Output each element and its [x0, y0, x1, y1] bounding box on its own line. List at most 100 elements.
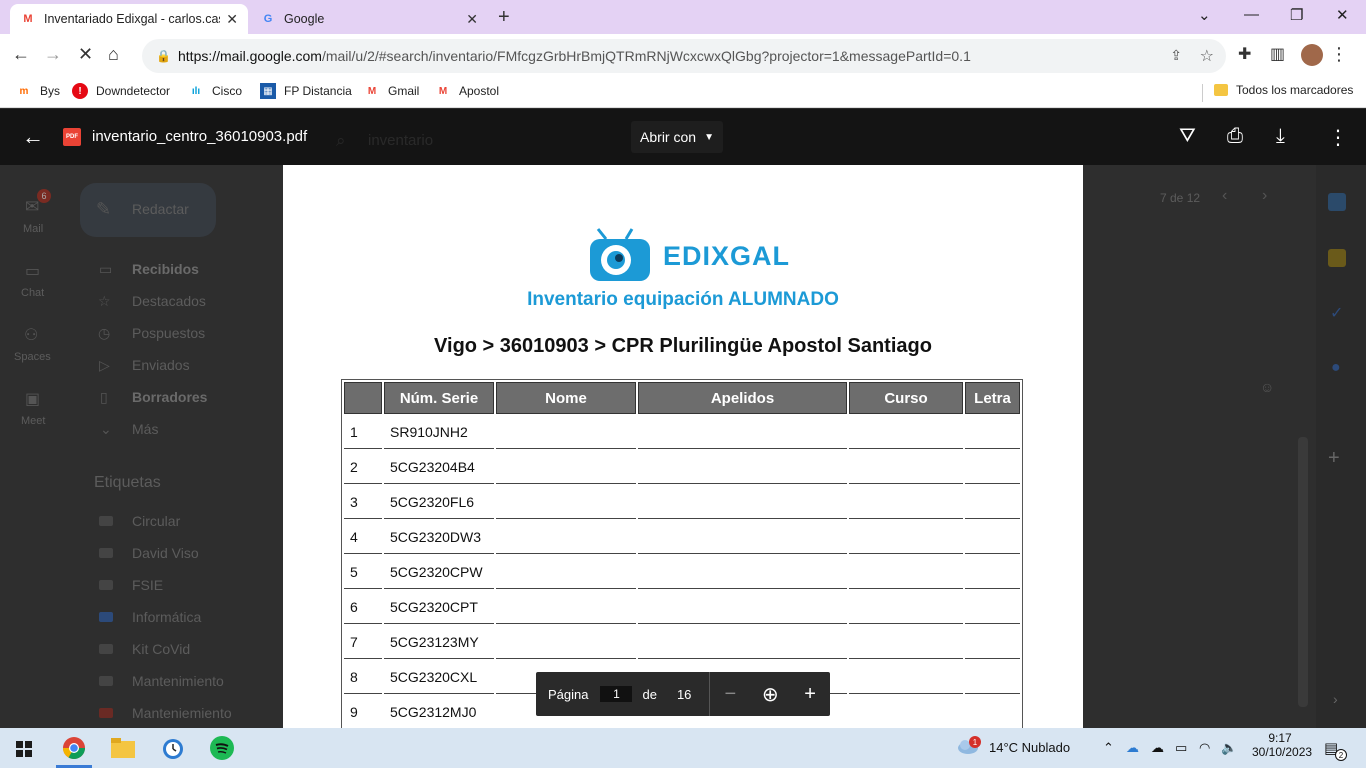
cell-letra — [965, 451, 1020, 484]
viewer-header: ← PDF inventario_centro_36010903.pdf Abr… — [0, 109, 1366, 165]
onedrive-icon[interactable]: ☁ — [1151, 740, 1164, 756]
chrome-icon[interactable] — [61, 735, 87, 761]
print-icon[interactable]: ⎙ — [1227, 125, 1243, 148]
label-circular: Circular — [132, 513, 181, 529]
menu-kebab-icon[interactable]: ⋮ — [1330, 44, 1348, 65]
bookmark-downdetector[interactable]: ! Downdetector — [72, 83, 170, 99]
cell-nome — [496, 416, 636, 449]
volume-icon[interactable]: 🔈 — [1221, 740, 1237, 756]
close-window-button[interactable]: ✕ — [1336, 6, 1349, 24]
rail-mail-label: Mail — [23, 223, 44, 235]
cell-curso — [849, 661, 963, 694]
forward-icon[interactable]: → — [44, 44, 62, 65]
cell-index: 6 — [344, 591, 382, 624]
open-with-button[interactable]: Abrir con ▼ — [631, 121, 723, 153]
table-row: 6 5CG2320CPT — [344, 591, 1020, 624]
download-icon[interactable]: ⤓ — [1276, 125, 1285, 148]
tab-search-icon[interactable]: ⌄ — [1198, 6, 1211, 24]
chat-icon: ▭ — [25, 263, 41, 280]
tab-google[interactable]: G Google ✕ — [250, 4, 488, 34]
back-arrow-icon[interactable]: ← — [22, 124, 44, 150]
contacts-icon: ● — [1331, 359, 1341, 376]
notification-count: 2 — [1335, 749, 1347, 761]
tab-inventariado[interactable]: M Inventariado Edixgal - carlos.cas ✕ — [10, 4, 248, 34]
weather-text[interactable]: 14°C Nublado — [989, 740, 1070, 755]
maximize-button[interactable]: ❐ — [1290, 6, 1303, 24]
wifi-icon[interactable]: ◠ — [1199, 740, 1210, 756]
label-kit-covid: Kit CoVid — [132, 641, 191, 657]
cell-index: 2 — [344, 451, 382, 484]
zoom-in-icon[interactable]: + — [790, 683, 830, 706]
bookmark-label: Apostol — [459, 84, 500, 98]
close-tab-icon[interactable]: ✕ — [466, 11, 478, 28]
side-panel-icon[interactable]: ▥ — [1270, 44, 1285, 64]
cell-curso — [849, 696, 963, 728]
extensions-icon[interactable]: ✚ — [1238, 44, 1251, 64]
url-host: https://mail.google.com — [178, 48, 322, 64]
next-icon: › — [1262, 187, 1268, 204]
home-icon[interactable]: ⌂ — [108, 44, 119, 65]
share-icon[interactable]: ⇪ — [1170, 47, 1182, 64]
zoom-reset-icon[interactable]: ⊕ — [750, 682, 790, 707]
label-manteniemiento: Manteniemiento — [132, 705, 232, 721]
clock[interactable]: 9:17 30/10/2023 — [1252, 731, 1312, 759]
bookmark-fp-distancia[interactable]: ▦ FP Distancia — [260, 83, 352, 99]
add-to-drive-icon[interactable]: ⛛ — [1179, 125, 1196, 148]
pencil-icon: ✎ — [96, 199, 112, 219]
cell-letra — [965, 416, 1020, 449]
bookmark-cisco[interactable]: ılı Cisco — [188, 83, 242, 99]
bookmark-label: Cisco — [212, 84, 243, 98]
cell-nome — [496, 626, 636, 659]
windows-start-icon[interactable] — [16, 741, 32, 757]
cell-curso — [849, 521, 963, 554]
all-bookmarks-folder[interactable]: Todos los marcadores — [1214, 83, 1353, 97]
bookmark-label: Bys — [40, 84, 61, 98]
meet-icon: ▣ — [25, 391, 41, 408]
bookmarks-divider — [1202, 84, 1203, 102]
add-reaction-icon: ☺ — [1260, 379, 1275, 395]
close-tab-icon[interactable]: ✕ — [226, 11, 238, 28]
cell-apelidos — [638, 451, 847, 484]
battery-icon[interactable]: ▭ — [1175, 740, 1187, 756]
alarm-clock-icon[interactable] — [160, 735, 186, 761]
cell-letra — [965, 661, 1020, 694]
bookmark-bys[interactable]: m Bys — [16, 83, 60, 99]
zoom-out-icon[interactable]: − — [710, 683, 750, 706]
more-options-icon[interactable]: ⋮ — [1328, 125, 1348, 150]
bookmark-apostol[interactable]: M Apostol — [435, 83, 499, 99]
bookmark-star-icon[interactable]: ☆ — [1200, 46, 1214, 66]
pdf-file-icon: PDF — [63, 128, 81, 146]
rail-chat-label: Chat — [21, 287, 45, 299]
sync-icon[interactable]: ☁ — [1126, 740, 1139, 756]
document-path: Vigo > 36010903 > CPR Plurilingüe Aposto… — [434, 335, 932, 357]
page-number-input[interactable] — [600, 686, 633, 702]
label-icon — [99, 516, 113, 526]
minimize-button[interactable]: — — [1244, 6, 1259, 23]
bookmark-gmail[interactable]: M Gmail — [364, 83, 420, 99]
spotify-icon[interactable] — [209, 735, 235, 761]
address-bar[interactable]: 🔒 https://mail.google.com /mail/u/2/#sea… — [142, 39, 1226, 73]
m-logo-icon: m — [19, 85, 29, 97]
chevron-down-icon: ⌄ — [100, 421, 112, 437]
label-icon — [99, 612, 113, 622]
cell-letra — [965, 591, 1020, 624]
lock-icon[interactable]: 🔒 — [156, 49, 171, 63]
document-subtitle: Inventario equipación ALUMNADO — [527, 289, 839, 310]
fp-icon: ▦ — [260, 83, 276, 99]
expand-panel-icon: › — [1333, 691, 1338, 707]
cell-nome — [496, 591, 636, 624]
tab-title: Inventariado Edixgal - carlos.cas — [44, 12, 221, 26]
file-explorer-icon[interactable] — [110, 735, 136, 761]
bookmarks-bar: m Bys ! Downdetector ılı Cisco ▦ FP Dist… — [0, 78, 1366, 108]
profile-avatar[interactable] — [1301, 44, 1323, 66]
back-icon[interactable]: ← — [12, 44, 30, 65]
chevron-up-icon[interactable]: ⌃ — [1103, 740, 1114, 756]
cell-apelidos — [638, 591, 847, 624]
new-tab-button[interactable]: + — [498, 6, 510, 29]
cell-serial: 5CG2320CPT — [384, 591, 494, 624]
label-icon — [99, 644, 113, 654]
col-index — [344, 382, 382, 414]
label-icon — [99, 676, 113, 686]
folder-icon — [1214, 84, 1228, 96]
stop-loading-icon[interactable]: ✕ — [78, 44, 93, 65]
